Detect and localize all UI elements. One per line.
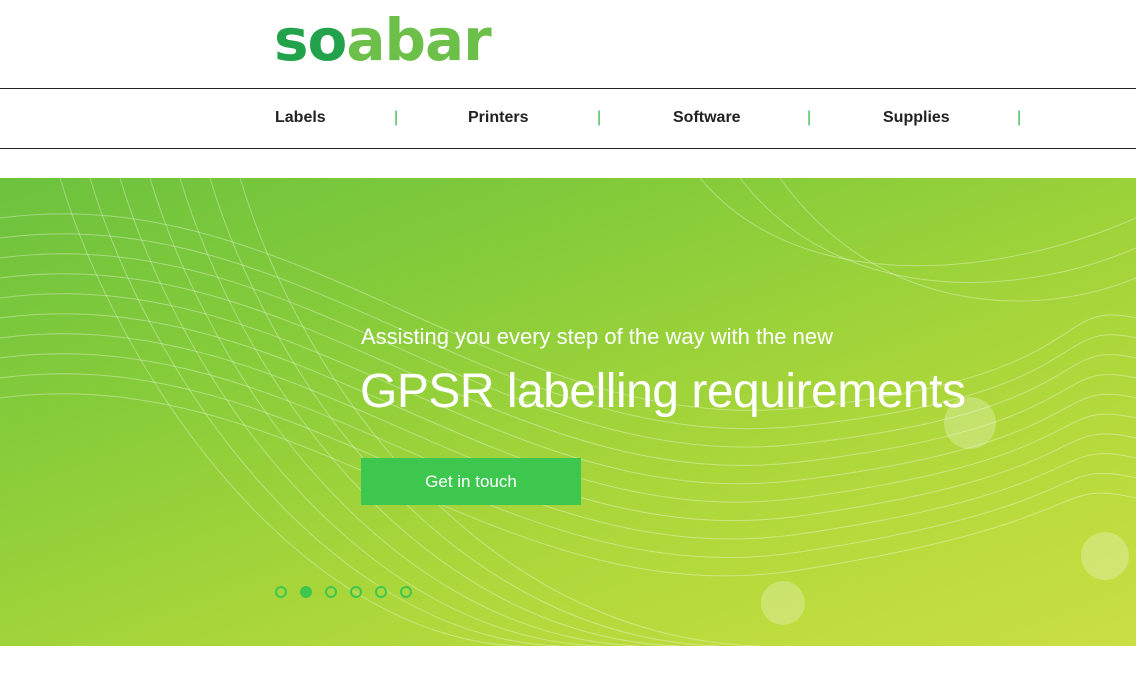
nav-separator: |	[394, 109, 399, 126]
slider-dot-active[interactable]	[300, 586, 312, 598]
slider-dot[interactable]	[275, 586, 287, 598]
logo-text-dark: so	[274, 6, 347, 74]
nav-separator: |	[807, 109, 812, 126]
slider-dot[interactable]	[350, 586, 362, 598]
nav-separator: |	[1017, 109, 1022, 126]
main-navigation: Labels | Printers | Software | Supplies …	[0, 88, 1136, 149]
slider-dot[interactable]	[375, 586, 387, 598]
nav-item-labels[interactable]: Labels	[275, 109, 326, 127]
slider-dot[interactable]	[400, 586, 412, 598]
hero-banner: Assisting you every step of the way with…	[0, 178, 1136, 646]
nav-item-printers[interactable]: Printers	[468, 109, 528, 127]
nav-separator: |	[597, 109, 602, 126]
hero-title: GPSR labelling requirements	[360, 365, 966, 418]
slider-dot[interactable]	[325, 586, 337, 598]
nav-item-supplies[interactable]: Supplies	[883, 109, 950, 127]
get-in-touch-button[interactable]: Get in touch	[361, 458, 581, 505]
nav-item-software[interactable]: Software	[673, 109, 741, 127]
soabar-logo[interactable]: soabar	[274, 10, 492, 70]
hero-subtitle: Assisting you every step of the way with…	[361, 324, 834, 349]
logo-text-light: abar	[346, 6, 491, 74]
